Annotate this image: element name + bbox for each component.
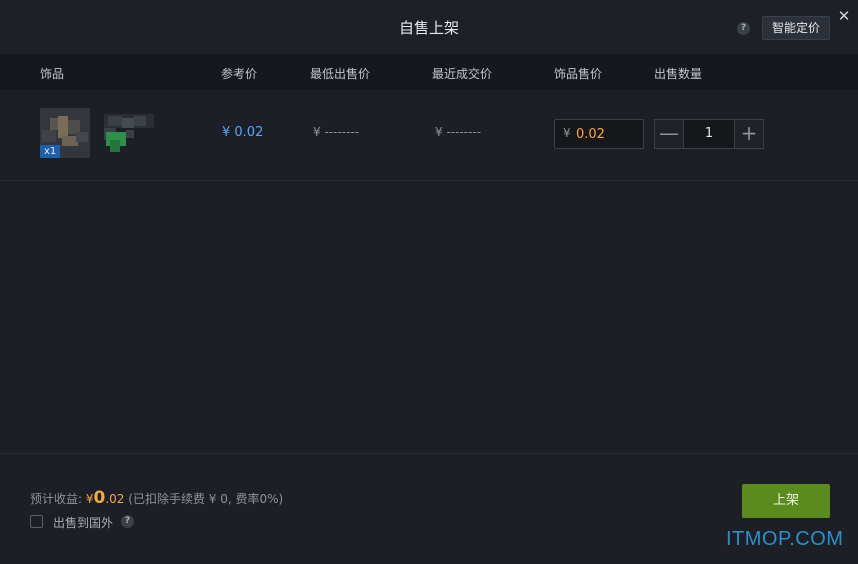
column-item: 饰品 bbox=[40, 67, 65, 81]
estimate-currency: ¥ bbox=[85, 492, 94, 506]
estimate-integer: 0 bbox=[93, 488, 106, 508]
sell-dialog: 自售上架 ? 智能定价 ✕ 饰品 参考价 最低出售价 最近成交价 饰品售价 出售… bbox=[0, 0, 858, 564]
lowest-price: ¥ -------- bbox=[313, 125, 360, 139]
sell-price-field[interactable]: ¥ bbox=[554, 119, 644, 149]
item-quantity-badge: x1 bbox=[40, 145, 61, 158]
dialog-title: 自售上架 bbox=[398, 19, 459, 37]
reference-price: ¥ 0.02 bbox=[222, 125, 264, 140]
estimate-label: 预计收益: bbox=[30, 492, 83, 506]
watermark: ITMOP.COM bbox=[726, 528, 844, 550]
sell-price-input[interactable] bbox=[576, 125, 636, 143]
help-icon[interactable]: ? bbox=[121, 515, 134, 528]
smart-pricing-button[interactable]: 智能定价 bbox=[762, 16, 830, 40]
increase-quantity-button[interactable]: + bbox=[734, 119, 764, 149]
recent-price: ¥ -------- bbox=[435, 125, 482, 139]
dialog-titlebar: 自售上架 ? 智能定价 ✕ bbox=[0, 0, 858, 54]
column-reference-price: 参考价 bbox=[221, 67, 258, 81]
list-item-button[interactable]: 上架 bbox=[742, 484, 830, 518]
column-lowest-price: 最低出售价 bbox=[310, 67, 371, 81]
footer-divider bbox=[0, 453, 858, 454]
estimate-fee-note: (已扣除手续费 ¥ 0, 费率0%) bbox=[128, 492, 284, 506]
sell-abroad-label[interactable]: 出售到国外 bbox=[53, 514, 113, 531]
estimate-decimal: .02 bbox=[105, 492, 125, 506]
column-quantity: 出售数量 bbox=[654, 67, 703, 81]
close-icon[interactable]: ✕ bbox=[834, 6, 854, 26]
currency-symbol: ¥ bbox=[563, 126, 571, 140]
column-recent-price: 最近成交价 bbox=[432, 67, 493, 81]
help-icon[interactable]: ? bbox=[737, 22, 750, 35]
item-name-mosaic bbox=[104, 114, 154, 154]
quantity-value[interactable]: 1 bbox=[684, 119, 734, 149]
estimated-income: 预计收益: ¥0.02 (已扣除手续费 ¥ 0, 费率0%) bbox=[30, 488, 283, 508]
sell-abroad-checkbox[interactable] bbox=[30, 515, 43, 528]
decrease-quantity-button[interactable]: — bbox=[654, 119, 684, 149]
table-header: 饰品 参考价 最低出售价 最近成交价 饰品售价 出售数量 bbox=[0, 54, 858, 90]
column-sell-price: 饰品售价 bbox=[554, 67, 603, 81]
